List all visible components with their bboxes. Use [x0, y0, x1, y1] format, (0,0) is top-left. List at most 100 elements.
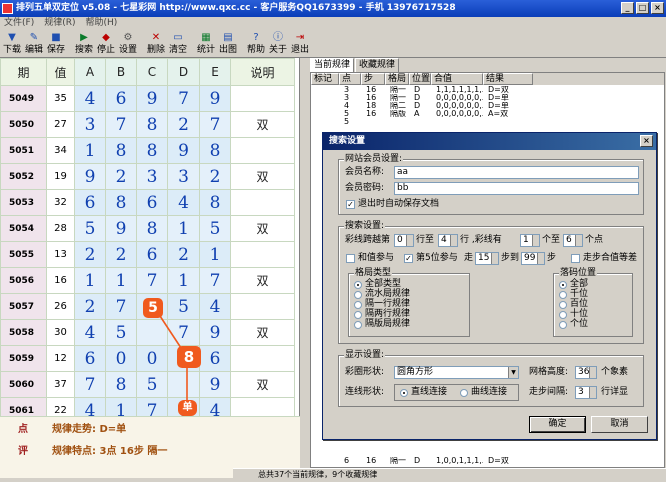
- list-item[interactable]: 4 18 隔二 D 0,0,0,0,0,0,... D=单: [311, 102, 664, 110]
- toolbar-delete-button[interactable]: ✕ 删除: [145, 30, 167, 57]
- toolbar-label: 停止: [96, 45, 115, 55]
- grid-header: 期: [0, 58, 47, 86]
- cancel-button[interactable]: 取消: [591, 416, 648, 433]
- points-to-spin[interactable]: 6: [563, 234, 583, 247]
- toolbar-exit-button[interactable]: ⇥ 退出: [289, 30, 311, 57]
- rule-feature: 规律特点: 3点 16步 隔一: [52, 446, 168, 457]
- grid-row: 5051 34 1 8 8 9 8: [0, 137, 295, 164]
- list-item[interactable]: 6 16 隔一 D 1,0,0,1,1,1,... D=双: [311, 457, 664, 465]
- step-interval-spin[interactable]: 3: [575, 386, 597, 399]
- rule-trend: 规律走势: D=单: [52, 424, 127, 435]
- minimize-button[interactable]: _: [621, 2, 634, 14]
- position-radio[interactable]: [559, 321, 567, 329]
- toolbar-edit-button[interactable]: ✎ 编辑: [23, 30, 45, 57]
- tab-saved-rules[interactable]: 收藏规律: [355, 58, 400, 72]
- toolbar-save-button[interactable]: ■ 保存: [45, 30, 67, 57]
- pattern-radio[interactable]: [354, 291, 362, 299]
- points-from-spin[interactable]: 1: [520, 234, 540, 247]
- toolbar-help-button[interactable]: ? 帮助: [245, 30, 267, 57]
- member-name-label: 会员名称:: [345, 167, 385, 177]
- step-equal-checkbox[interactable]: [571, 254, 580, 263]
- step-to-spin[interactable]: 99: [521, 252, 545, 265]
- list-item[interactable]: 5: [311, 118, 664, 126]
- fifth-checkbox[interactable]: ✓: [404, 254, 413, 263]
- list-cell: D=单: [488, 94, 509, 102]
- menu-rule[interactable]: 规律(R): [44, 17, 75, 30]
- sum-checkbox[interactable]: [346, 254, 355, 263]
- toolbar-stats-button[interactable]: ▦ 统计: [195, 30, 217, 57]
- pattern-radio[interactable]: [354, 311, 362, 319]
- span-label: 彩线跨越第: [345, 235, 391, 245]
- menu-file[interactable]: 文件(F): [4, 17, 34, 30]
- issue-cell: 5059: [0, 345, 47, 372]
- digit-cell: 7: [105, 293, 137, 320]
- sum-cell: 26: [46, 293, 75, 320]
- digit-cell: 7: [199, 267, 231, 294]
- digit-cell: 1: [167, 215, 200, 242]
- member-name-input[interactable]: aa: [394, 166, 639, 179]
- toolbar-clear-button[interactable]: ▭ 清空: [167, 30, 189, 57]
- ping-key: 评: [18, 446, 28, 457]
- step-from-spin[interactable]: 15: [475, 252, 499, 265]
- step-label: 走: [464, 253, 474, 263]
- line-straight-radio[interactable]: [400, 389, 408, 397]
- toolbar-download-button[interactable]: ▼ 下载: [1, 30, 23, 57]
- member-pwd-input[interactable]: bb: [394, 182, 639, 195]
- position-radio[interactable]: [559, 291, 567, 299]
- close-window-button[interactable]: ×: [651, 2, 664, 14]
- list-header[interactable]: 合值: [431, 73, 483, 85]
- ok-button[interactable]: 确定: [529, 416, 586, 433]
- points-unit-label: 个点: [585, 235, 604, 245]
- menu-help[interactable]: 帮助(H): [85, 17, 117, 30]
- position-radio[interactable]: [559, 301, 567, 309]
- span-to-spin[interactable]: 4: [438, 234, 458, 247]
- position-radio[interactable]: [559, 311, 567, 319]
- pattern-radio[interactable]: [354, 301, 362, 309]
- pattern-radio[interactable]: [354, 281, 362, 289]
- list-header[interactable]: 标记: [311, 73, 339, 85]
- span-from-spin[interactable]: 0: [394, 234, 414, 247]
- sum-cell: 16: [46, 267, 75, 294]
- list-item[interactable]: 3 16 隔一 D 0,0,0,0,0,0,... D=单: [311, 94, 664, 102]
- toolbar-label: 编辑: [24, 45, 43, 55]
- list-header[interactable]: 点: [339, 73, 361, 85]
- note-cell: 双: [230, 111, 295, 138]
- toolbar: ▼ 下载 ✎ 编辑 ■ 保存 ▶ 搜索 ◆ 停止 ⚙ 设置 ✕ 删除 ▭ 清空 ▦ 统计 ▤ 出图 ? 帮助 ⓘ 关于 ⇥ 退出: [0, 30, 666, 58]
- dialog-close-button[interactable]: ×: [640, 135, 653, 147]
- toolbar-search-button[interactable]: ▶ 搜索: [73, 30, 95, 57]
- list-cell: [311, 94, 339, 102]
- line-shape-options: 直线连接 曲线连接: [394, 384, 519, 401]
- list-header[interactable]: 步: [361, 73, 385, 85]
- line-curve-radio[interactable]: [460, 389, 468, 397]
- digit-cell: 7: [74, 371, 106, 398]
- toolbar-settings-button[interactable]: ⚙ 设置: [117, 30, 139, 57]
- sum-cell: 37: [46, 371, 75, 398]
- list-header[interactable]: 格局: [385, 73, 409, 85]
- digit-cell: 7: [105, 111, 137, 138]
- app-icon: [2, 3, 13, 14]
- tab-current-rules[interactable]: 当前规律: [310, 58, 355, 72]
- maximize-button[interactable]: □: [636, 2, 649, 14]
- issue-cell: 5050: [0, 111, 47, 138]
- toolbar-stop-button[interactable]: ◆ 停止: [95, 30, 117, 57]
- toolbar-chart-button[interactable]: ▤ 出图: [217, 30, 239, 57]
- trend-grid: 期值 A B C D E 说明 5049 35 4 6 9 7 9 5050 27 3 7 8 2 7 双 5051 34 1…: [0, 58, 295, 450]
- position-label: 个位: [570, 319, 589, 329]
- pattern-radio[interactable]: [354, 321, 362, 329]
- list-item[interactable]: 3 16 隔一 D 1,1,1,1,1,1,... D=双: [311, 86, 664, 94]
- digit-cell: 8: [105, 137, 137, 164]
- sum-cell: 30: [46, 319, 75, 346]
- position-radio[interactable]: [559, 281, 567, 289]
- toolbar-about-button[interactable]: ⓘ 关于: [267, 30, 289, 57]
- list-header[interactable]: 结果: [483, 73, 533, 85]
- autosave-checkbox[interactable]: ✓: [346, 200, 355, 209]
- list-header[interactable]: 位置: [409, 73, 431, 85]
- grid-height-spin[interactable]: 36: [575, 366, 597, 379]
- status-bar: 总共37个当前规律，9个收藏规律: [233, 468, 666, 481]
- toolbar-label: 出图: [218, 45, 237, 55]
- shape-select[interactable]: 圆角方形 ▼: [394, 366, 519, 379]
- list-item[interactable]: 5 16 隔版 A 0,0,0,0,0,0,... A=双: [311, 110, 664, 118]
- sum-cell: 19: [46, 163, 75, 190]
- digit-cell: 6: [199, 345, 231, 372]
- digit-cell: 3: [74, 111, 106, 138]
